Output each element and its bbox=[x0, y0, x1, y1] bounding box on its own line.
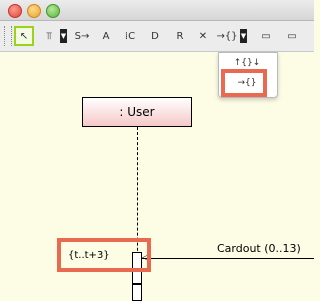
frame-icon: ▭ bbox=[261, 30, 271, 42]
duration-constraint-icon: ↑{}↓ bbox=[233, 58, 261, 68]
activation-bar-lower[interactable] bbox=[132, 284, 142, 301]
message-label[interactable]: Cardout (0..13) bbox=[217, 242, 301, 255]
lifeline-icon: ⫪ bbox=[46, 30, 52, 42]
return-message-tool-button[interactable]: R bbox=[170, 26, 190, 46]
highlight-constraint-label bbox=[57, 238, 151, 272]
time-constraint-icon: →{} bbox=[216, 30, 238, 42]
select-tool-button[interactable]: ↖ bbox=[14, 26, 34, 46]
timing-constraint-tool-button[interactable]: →{} bbox=[216, 26, 238, 46]
lifeline-tool-button[interactable]: ⫪ bbox=[40, 26, 58, 46]
note-icon: ▭ bbox=[287, 30, 297, 42]
toolbar-grip[interactable] bbox=[4, 26, 12, 46]
timing-constraint-dropdown-button[interactable]: ▼ bbox=[240, 29, 247, 43]
chevron-down-icon: ▼ bbox=[60, 32, 67, 40]
frame-tool-button[interactable]: ▭ bbox=[256, 26, 276, 46]
lifeline-user-head[interactable]: : User bbox=[82, 97, 192, 127]
note-tool-button[interactable]: ▭ bbox=[282, 26, 302, 46]
diagram-toolbar: ↖ ⫪ ▼ S→ A ⁞C D R ✕ →{} ▼ ▭ ▭ bbox=[0, 21, 314, 52]
delete-tool-button[interactable]: ✕ bbox=[195, 26, 211, 46]
destroy-message-icon: D bbox=[151, 30, 159, 42]
text-icon: A bbox=[102, 30, 110, 42]
cursor-arrow-icon: ↖ bbox=[19, 30, 29, 42]
close-window-button[interactable] bbox=[8, 4, 22, 18]
chevron-down-icon: ▼ bbox=[240, 32, 247, 40]
minimize-window-button[interactable] bbox=[27, 4, 41, 18]
create-message-icon: ⁞C bbox=[124, 30, 136, 42]
destroy-message-tool-button[interactable]: D bbox=[145, 26, 165, 46]
lifeline-label: : User bbox=[119, 105, 155, 119]
create-message-tool-button[interactable]: ⁞C bbox=[120, 26, 140, 46]
message-line[interactable] bbox=[142, 258, 314, 259]
cross-icon: ✕ bbox=[198, 30, 208, 42]
window-titlebar bbox=[0, 0, 314, 21]
text-tool-button[interactable]: A bbox=[98, 26, 114, 46]
return-message-icon: R bbox=[176, 30, 184, 42]
message-tool-button[interactable]: S→ bbox=[72, 26, 92, 46]
highlight-time-constraint bbox=[221, 69, 267, 97]
zoom-window-button[interactable] bbox=[46, 4, 60, 18]
sync-message-icon: S→ bbox=[74, 30, 90, 42]
lifeline-dropdown-button[interactable]: ▼ bbox=[60, 29, 67, 43]
